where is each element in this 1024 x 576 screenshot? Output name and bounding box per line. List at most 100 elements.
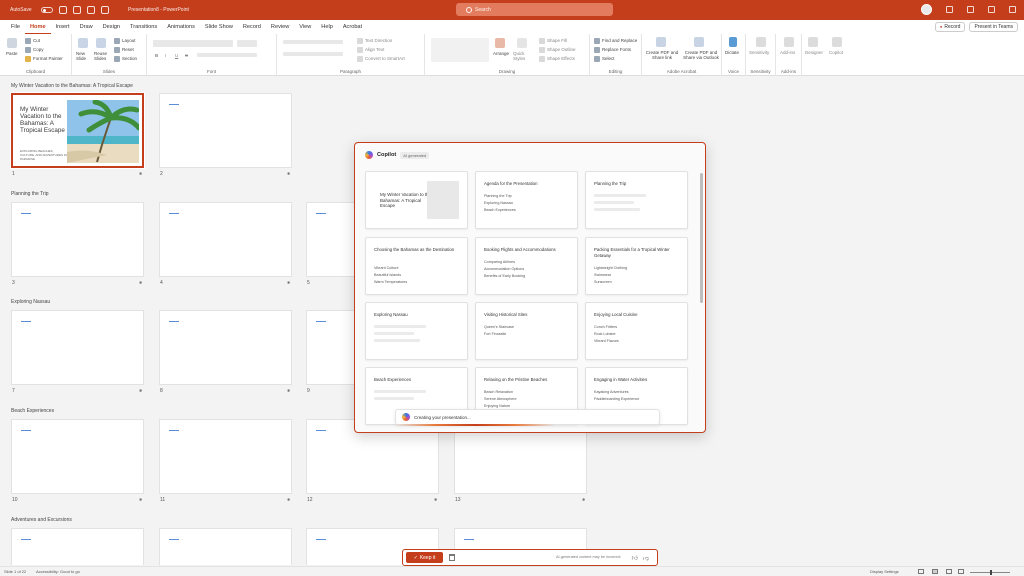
section-title[interactable]: My Winter Vacation to the Bahamas: A Tro… [11,83,133,89]
find-replace-button[interactable]: Find and Replace [594,38,637,44]
tab-view[interactable]: View [294,20,316,34]
present-in-teams-button[interactable]: Present in Teams [969,22,1018,32]
slide-thumbnail-10[interactable] [11,419,144,494]
tab-home[interactable]: Home [25,20,51,34]
tab-acrobat[interactable]: Acrobat [338,20,367,34]
redo-icon[interactable] [86,6,95,14]
tab-slide-show[interactable]: Slide Show [200,20,238,34]
addins-button[interactable]: Add-ins [780,50,795,55]
accessibility-status[interactable]: Accessibility: Good to go [36,569,80,574]
reset-button[interactable]: Reset [114,47,134,53]
slide-thumbnail[interactable] [11,528,144,565]
thumbs-down-icon[interactable]: 👎︎ [643,554,649,562]
share-outlook-icon[interactable] [694,37,704,47]
tab-help[interactable]: Help [316,20,338,34]
paste-icon[interactable] [7,38,17,48]
autosave-toggle[interactable] [40,7,53,13]
outline-card[interactable]: Choosing the Bahamas as the Destination … [365,237,468,295]
section-button[interactable]: Section [114,56,137,62]
slide-thumbnail-11[interactable] [159,419,292,494]
addins-icon[interactable] [784,37,794,47]
italic-button[interactable]: I [165,53,166,58]
shape-effects-button[interactable]: Shape Effects [539,56,575,62]
cut-button[interactable]: Cut [25,38,40,44]
layout-button[interactable]: Layout [114,38,136,44]
keep-it-button[interactable]: ✓ Keep it [406,552,443,563]
new-slide-button[interactable]: New Slide [76,51,92,61]
outline-card[interactable]: Visiting Historical Sites Queen's Stairc… [475,302,578,360]
align-text-button[interactable]: Align Text [357,47,384,53]
new-slide-icon[interactable] [78,38,88,48]
arrange-icon[interactable] [495,38,505,48]
font-tools[interactable] [197,53,257,57]
copilot-button[interactable]: Copilot [829,50,843,55]
tab-draw[interactable]: Draw [75,20,98,34]
slide-sorter-view-icon[interactable] [932,569,938,574]
tab-design[interactable]: Design [98,20,125,34]
tab-record[interactable]: Record [238,20,266,34]
record-button[interactable]: Record [934,22,966,32]
shape-outline-button[interactable]: Shape Outline [539,47,576,53]
section-title[interactable]: Planning the Trip [11,191,49,197]
list-tools[interactable] [283,40,343,44]
slide-thumbnail-8[interactable] [159,310,292,385]
outline-card[interactable]: Booking Flights and Accommodations Compa… [475,237,578,295]
copy-button[interactable]: Copy [25,47,44,53]
paste-button[interactable]: Paste [6,51,18,56]
quick-styles-button[interactable]: Quick Styles [513,51,535,61]
replace-fonts-button[interactable]: Replace Fonts [594,47,631,53]
slideshow-icon[interactable] [100,6,109,14]
normal-view-icon[interactable] [918,569,924,574]
select-button[interactable]: Select [594,56,615,62]
outline-card[interactable]: My Winter Vacation to the Bahamas: A Tro… [365,171,468,229]
trash-icon[interactable] [449,554,455,561]
font-size-box[interactable] [237,40,257,47]
shapes-gallery[interactable] [431,38,489,62]
slide-thumbnail-2[interactable] [159,93,292,168]
create-pdf-outlook-button[interactable]: Create PDF and Share via Outlook [682,50,720,60]
maximize-icon[interactable] [988,6,995,13]
create-pdf-button[interactable]: Create PDF and Share link [644,50,680,60]
zoom-slider-thumb[interactable] [990,570,992,575]
designer-button[interactable]: Designer [805,50,823,55]
section-title[interactable]: Beach Experiences [11,408,54,414]
tab-file[interactable]: File [6,20,25,34]
section-title[interactable]: Adventures and Excursions [11,517,72,523]
tab-animations[interactable]: Animations [162,20,200,34]
shape-fill-button[interactable]: Shape Fill [539,38,567,44]
sensitivity-icon[interactable] [756,37,766,47]
outline-card[interactable]: Exploring Nassau [365,302,468,360]
tab-review[interactable]: Review [266,20,294,34]
outline-card[interactable]: Packing Essentials for a Tropical Winter… [585,237,688,295]
tab-transitions[interactable]: Transitions [125,20,162,34]
reuse-slides-icon[interactable] [96,38,106,48]
underline-button[interactable]: U [175,53,178,58]
lightbulb-icon[interactable] [946,6,953,13]
bold-button[interactable]: B [155,53,158,58]
display-settings-button[interactable]: Display Settings [870,569,899,574]
quick-styles-icon[interactable] [517,38,527,48]
reuse-slides-button[interactable]: Reuse Slides [94,51,110,61]
slide-thumbnail[interactable] [159,528,292,565]
thumbs-up-icon[interactable]: 👍︎ [632,554,638,562]
slide-thumbnail-7[interactable] [11,310,144,385]
search-box[interactable]: Search [456,3,613,16]
minimize-icon[interactable] [967,6,974,13]
user-avatar[interactable] [921,4,932,15]
section-title[interactable]: Exploring Nassau [11,299,50,305]
close-icon[interactable] [1009,6,1016,13]
copilot-ribbon-icon[interactable] [832,37,842,47]
tab-insert[interactable]: Insert [51,20,75,34]
outline-card[interactable]: Agenda for the Presentation Planning the… [475,171,578,229]
save-icon[interactable] [58,6,67,14]
slide-thumbnail-4[interactable] [159,202,292,277]
dialog-scrollbar[interactable] [700,173,703,303]
sensitivity-button[interactable]: Sensitivity [749,50,769,55]
slideshow-view-icon[interactable] [958,569,964,574]
microphone-icon[interactable] [729,37,737,47]
reading-view-icon[interactable] [946,569,952,574]
outline-card[interactable]: Enjoying Local Cuisine Conch Fritters Ro… [585,302,688,360]
create-pdf-icon[interactable] [656,37,666,47]
slide-thumbnail-1[interactable]: My Winter Vacation to the Bahamas: A Tro… [10,92,145,169]
dictate-button[interactable]: Dictate [725,50,739,55]
